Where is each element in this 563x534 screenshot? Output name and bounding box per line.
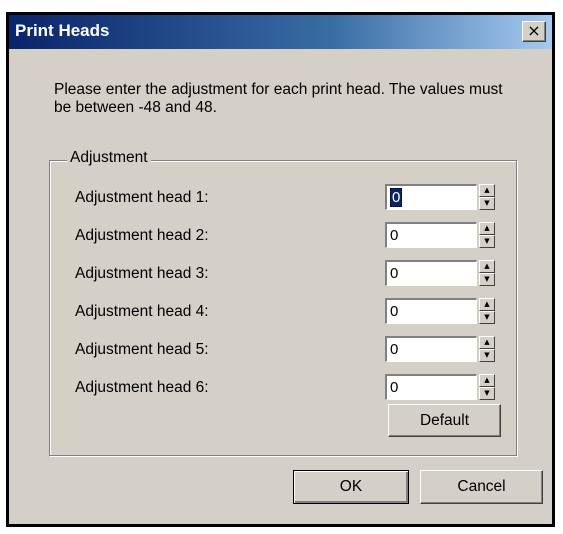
- spin-down-icon[interactable]: ▼: [479, 349, 495, 362]
- default-button[interactable]: Default: [388, 404, 501, 437]
- instructions-text: Please enter the adjustment for each pri…: [54, 81, 503, 116]
- head-6-label: Adjustment head 6:: [75, 379, 209, 396]
- adjustment-group: Adjustment Adjustment head 1: 0 ▲ ▼ Adju…: [49, 149, 517, 456]
- cancel-button[interactable]: Cancel: [420, 470, 543, 504]
- head-3-input[interactable]: 0: [385, 260, 477, 286]
- spin-up-icon[interactable]: ▲: [479, 222, 495, 235]
- group-label: Adjustment: [67, 149, 151, 167]
- head-5-spinner[interactable]: ▲ ▼: [479, 336, 495, 362]
- spin-up-icon[interactable]: ▲: [479, 260, 495, 273]
- spin-up-icon[interactable]: ▲: [479, 374, 495, 387]
- print-heads-dialog: Print Heads × Please enter the adjustmen…: [6, 12, 555, 527]
- head-1-label: Adjustment head 1:: [75, 189, 209, 206]
- head-3-label: Adjustment head 3:: [75, 265, 209, 282]
- spin-down-icon[interactable]: ▼: [479, 197, 495, 210]
- head-6-input[interactable]: 0: [385, 374, 477, 400]
- head-5-input[interactable]: 0: [385, 336, 477, 362]
- spin-up-icon[interactable]: ▲: [479, 298, 495, 311]
- head-4-input[interactable]: 0: [385, 298, 477, 324]
- title-bar[interactable]: Print Heads ×: [9, 15, 552, 49]
- spin-up-icon[interactable]: ▲: [479, 184, 495, 197]
- spin-down-icon[interactable]: ▼: [479, 235, 495, 248]
- window-title: Print Heads: [15, 21, 110, 40]
- head-3-spinner[interactable]: ▲ ▼: [479, 260, 495, 286]
- spin-down-icon[interactable]: ▼: [479, 273, 495, 286]
- head-4-spinner[interactable]: ▲ ▼: [479, 298, 495, 324]
- ok-button[interactable]: OK: [293, 470, 409, 504]
- spin-down-icon[interactable]: ▼: [479, 311, 495, 324]
- head-2-input[interactable]: 0: [385, 222, 477, 248]
- head-1-input[interactable]: 0: [385, 184, 477, 210]
- spin-down-icon[interactable]: ▼: [479, 387, 495, 400]
- head-1-spinner[interactable]: ▲ ▼: [479, 184, 495, 210]
- close-button[interactable]: ×: [522, 21, 546, 42]
- head-6-spinner[interactable]: ▲ ▼: [479, 374, 495, 400]
- head-5-label: Adjustment head 5:: [75, 341, 209, 358]
- head-4-label: Adjustment head 4:: [75, 303, 209, 320]
- head-2-spinner[interactable]: ▲ ▼: [479, 222, 495, 248]
- close-icon: ×: [527, 21, 541, 40]
- spin-up-icon[interactable]: ▲: [479, 336, 495, 349]
- head-2-label: Adjustment head 2:: [75, 227, 209, 244]
